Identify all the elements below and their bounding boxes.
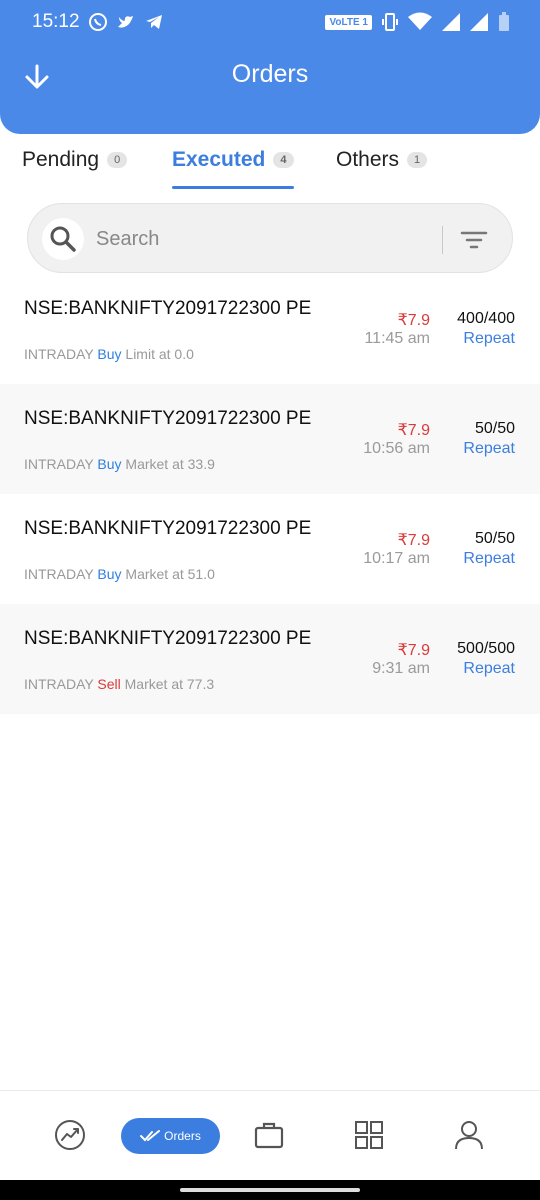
order-price: ₹7.9 [397,422,430,439]
tab-label: Pending [22,148,100,171]
double-check-icon [140,1130,161,1142]
tab-label: Executed [172,148,266,171]
order-quantity: 50/50 [474,530,515,547]
order-subtitle: INTRADAY Buy Limit at 0.0 [24,346,194,362]
system-navigation-bar [0,1180,540,1200]
search-bar [27,203,513,273]
order-detail: Market at 77.3 [124,676,215,692]
nav-orders-label: Orders [164,1129,201,1143]
battery-icon [499,12,509,31]
tab-label: Others [336,148,400,171]
order-side: Buy [97,456,122,472]
repeat-button[interactable]: Repeat [463,550,515,568]
search-button[interactable] [42,218,84,260]
tab-count-badge: 4 [273,152,294,168]
order-row[interactable]: NSE:BANKNIFTY2091722300 PE INTRADAY Buy … [0,494,540,604]
orders-list: NSE:BANKNIFTY2091722300 PE INTRADAY Buy … [0,274,540,714]
order-side: Buy [97,566,122,582]
order-product: INTRADAY [24,566,94,582]
order-product: INTRADAY [24,456,94,472]
order-row[interactable]: NSE:BANKNIFTY2091722300 PE INTRADAY Buy … [0,384,540,494]
tab-count-badge: 0 [107,152,128,168]
twitter-icon [118,16,133,28]
order-tabs: Pending 0 Executed 4 Others 1 [0,134,540,194]
order-quantity: 50/50 [474,420,515,437]
page-title: Orders [231,60,309,88]
order-quantity: 400/400 [457,310,515,327]
repeat-button[interactable]: Repeat [463,330,515,348]
tab-others[interactable]: Others 1 [336,148,428,172]
order-side: Sell [97,676,121,692]
order-quantity: 500/500 [457,640,515,657]
order-time: 10:17 am [363,550,430,567]
search-input[interactable] [96,224,426,254]
signal-icon-2 [470,13,488,31]
order-symbol: NSE:BANKNIFTY2091722300 PE [24,408,312,429]
app-header: 15:12 VoLTE 1 Orders [0,0,540,134]
portfolio-icon[interactable] [253,1119,285,1151]
signal-icon-1 [442,13,460,31]
repeat-button[interactable]: Repeat [463,660,515,678]
tab-pending[interactable]: Pending 0 [22,148,128,172]
repeat-button[interactable]: Repeat [463,440,515,458]
telegram-icon [146,15,162,29]
status-time: 15:12 [32,11,80,32]
active-tab-indicator [172,186,294,189]
order-detail: Limit at 0.0 [125,346,194,362]
chart-icon[interactable] [54,1119,86,1151]
order-subtitle: INTRADAY Sell Market at 77.3 [24,676,214,692]
order-subtitle: INTRADAY Buy Market at 51.0 [24,566,215,582]
notification-icons [88,12,164,32]
tab-executed[interactable]: Executed 4 [172,148,294,172]
search-icon [50,226,76,252]
order-price: ₹7.9 [397,312,430,329]
order-detail: Market at 33.9 [125,456,215,472]
order-time: 9:31 am [372,660,430,677]
order-time: 10:56 am [363,440,430,457]
bottom-navigation: Orders [0,1090,540,1180]
order-detail: Market at 51.0 [125,566,215,582]
order-subtitle: INTRADAY Buy Market at 33.9 [24,456,215,472]
grid-icon[interactable] [353,1119,385,1151]
vibrate-icon [382,13,398,31]
filter-icon[interactable] [460,226,488,254]
tab-count-badge: 1 [407,152,428,168]
profile-icon[interactable] [453,1119,485,1151]
order-price: ₹7.9 [397,642,430,659]
order-time: 11:45 am [364,330,430,347]
order-symbol: NSE:BANKNIFTY2091722300 PE [24,298,312,319]
order-row[interactable]: NSE:BANKNIFTY2091722300 PE INTRADAY Sell… [0,604,540,714]
wifi-icon [408,12,432,30]
system-icons: VoLTE 1 [325,12,510,32]
order-product: INTRADAY [24,346,94,362]
order-side: Buy [97,346,122,362]
status-bar: 15:12 VoLTE 1 [0,0,540,46]
order-product: INTRADAY [24,676,94,692]
order-symbol: NSE:BANKNIFTY2091722300 PE [24,628,312,649]
order-price: ₹7.9 [397,532,430,549]
nav-orders-button[interactable]: Orders [121,1118,220,1154]
whatsapp-icon [89,13,107,31]
order-symbol: NSE:BANKNIFTY2091722300 PE [24,518,312,539]
home-gesture-pill[interactable] [180,1188,360,1192]
volte-badge: VoLTE 1 [325,14,372,30]
order-row[interactable]: NSE:BANKNIFTY2091722300 PE INTRADAY Buy … [0,274,540,384]
search-divider [442,226,443,254]
